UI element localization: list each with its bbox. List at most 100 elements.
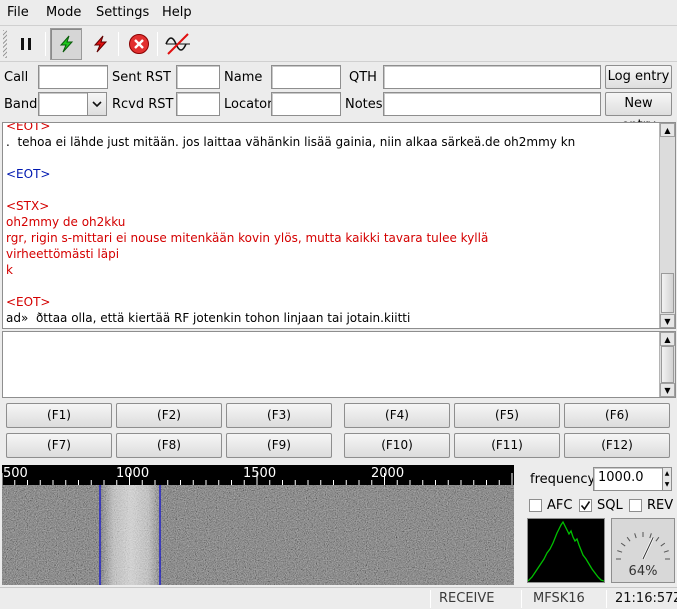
scroll-down-arrow[interactable]: ▼ [660, 383, 675, 397]
macro-f8-button[interactable]: (F8) [116, 433, 222, 458]
tick-label-1500: 1500 [243, 466, 277, 481]
gauge-tick [649, 533, 652, 539]
notes-label: Notes [345, 97, 383, 112]
checkmark-icon [580, 501, 591, 511]
frequency-input[interactable]: 1000.0 [593, 467, 663, 491]
frequency-label: frequency [530, 472, 596, 487]
waterfall-display[interactable] [2, 485, 514, 585]
scroll-up-arrow[interactable]: ▲ [660, 123, 675, 137]
macro-f12-button[interactable]: (F12) [564, 433, 670, 458]
stop-circle-icon [129, 34, 149, 54]
gauge-tick [617, 550, 623, 553]
macro-f10-button[interactable]: (F10) [344, 433, 450, 458]
receive-text-line: rgr, rigin s-mittari ei nouse mitenkään … [6, 231, 489, 245]
tick-label-1000: 1000 [116, 466, 150, 481]
tune-button[interactable] [162, 28, 194, 60]
gauge-needle [642, 537, 654, 560]
transmit-text-pane[interactable]: ▲ ▼ [2, 331, 676, 398]
gauge-tick [660, 542, 666, 547]
name-input[interactable] [271, 65, 341, 89]
toolbar [0, 26, 677, 62]
gauge-tick [620, 542, 626, 547]
toolbar-separator [157, 32, 158, 56]
scroll-thumb[interactable] [661, 346, 674, 383]
waterfall-noise [2, 485, 514, 585]
tick-label-500: 500 [3, 466, 28, 481]
qth-input[interactable] [383, 65, 601, 89]
menu-mode[interactable]: Mode [46, 5, 81, 20]
menu-settings[interactable]: Settings [96, 5, 149, 20]
macro-f6-button[interactable]: (F6) [564, 403, 670, 428]
locator-input[interactable] [271, 92, 341, 116]
spin-up-icon: ▲ [664, 470, 670, 477]
transmit-button[interactable] [84, 28, 116, 60]
receive-text-line: virheettömästi läpi [6, 247, 120, 261]
call-label: Call [4, 70, 29, 85]
pause-icon [21, 38, 31, 50]
macro-f7-button[interactable]: (F7) [6, 433, 112, 458]
receive-text-line: <EOT> [6, 122, 51, 133]
rcvd-rst-label: Rcvd RST [112, 97, 174, 112]
abort-button[interactable] [123, 28, 155, 60]
rcvd-rst-input[interactable] [176, 92, 220, 116]
band-label: Band [4, 97, 38, 112]
digiscope-trace [527, 520, 605, 582]
receive-text-line: k [6, 263, 13, 277]
status-separator [606, 590, 607, 608]
statusbar: RECEIVE MFSK16 21:16:57Z [0, 587, 677, 609]
scroll-down-arrow[interactable]: ▼ [660, 314, 675, 328]
gauge-tick [626, 536, 631, 542]
afc-label: AFC [547, 498, 573, 513]
call-input[interactable] [38, 65, 108, 89]
receive-text-line: <STX> [6, 199, 50, 213]
macro-f1-button[interactable]: (F1) [6, 403, 112, 428]
notes-input[interactable] [383, 92, 601, 116]
menu-file[interactable]: File [7, 5, 29, 20]
macro-f4-button[interactable]: (F4) [344, 403, 450, 428]
status-time: 21:16:57Z [615, 591, 677, 606]
scroll-up-arrow[interactable]: ▲ [660, 332, 675, 346]
scroll-thumb[interactable] [661, 273, 674, 313]
toolbar-grip[interactable] [3, 30, 7, 58]
qth-label: QTH [349, 70, 377, 85]
toolbar-separator [118, 32, 119, 56]
squelch-gauge [616, 532, 670, 560]
status-separator [521, 590, 522, 608]
band-input[interactable] [38, 92, 88, 116]
band-dropdown-button[interactable] [87, 92, 107, 116]
rx-tx-toggle-button[interactable] [50, 28, 82, 60]
new-entry-button[interactable]: New entry [605, 92, 672, 133]
sql-checkbox[interactable] [579, 499, 592, 512]
tick-label-2000: 2000 [371, 466, 405, 481]
transmit-scrollbar[interactable]: ▲ ▼ [659, 332, 675, 397]
sine-wave-icon [165, 33, 190, 55]
receive-text-line: . tehoa ei lähde just mitään. jos laitta… [6, 135, 576, 149]
rev-checkbox[interactable] [629, 499, 642, 512]
pause-button[interactable] [10, 28, 42, 60]
frequency-ruler[interactable]: 500 1000 1500 2000 [2, 465, 514, 485]
macro-f3-button[interactable]: (F3) [226, 403, 332, 428]
chevron-down-icon [92, 101, 102, 108]
lightning-green-icon [59, 35, 74, 53]
macro-f2-button[interactable]: (F2) [116, 403, 222, 428]
digiscope[interactable] [527, 518, 605, 583]
menu-help[interactable]: Help [162, 5, 192, 20]
toolbar-separator [45, 32, 46, 56]
sql-label: SQL [597, 498, 623, 513]
frequency-spin-button[interactable]: ▲ ▼ [662, 467, 672, 491]
gauge-tick [634, 533, 637, 539]
afc-checkbox[interactable] [529, 499, 542, 512]
status-mode: MFSK16 [533, 591, 585, 606]
sent-rst-input[interactable] [176, 65, 220, 89]
log-entry-button[interactable]: Log entry [605, 65, 672, 89]
receive-text-pane[interactable]: <EOT> . tehoa ei lähde just mitään. jos l… [2, 122, 676, 329]
receive-scrollbar[interactable]: ▲ ▼ [659, 123, 675, 328]
lightning-red-icon [93, 35, 108, 53]
receive-text-line: <EOT> [6, 167, 51, 181]
macro-f11-button[interactable]: (F11) [454, 433, 560, 458]
macro-f5-button[interactable]: (F5) [454, 403, 560, 428]
macro-f9-button[interactable]: (F9) [226, 433, 332, 458]
receive-text-line: <EOT> [6, 295, 51, 309]
squelch-meter[interactable]: 64% [611, 518, 675, 583]
status-state: RECEIVE [439, 591, 495, 606]
